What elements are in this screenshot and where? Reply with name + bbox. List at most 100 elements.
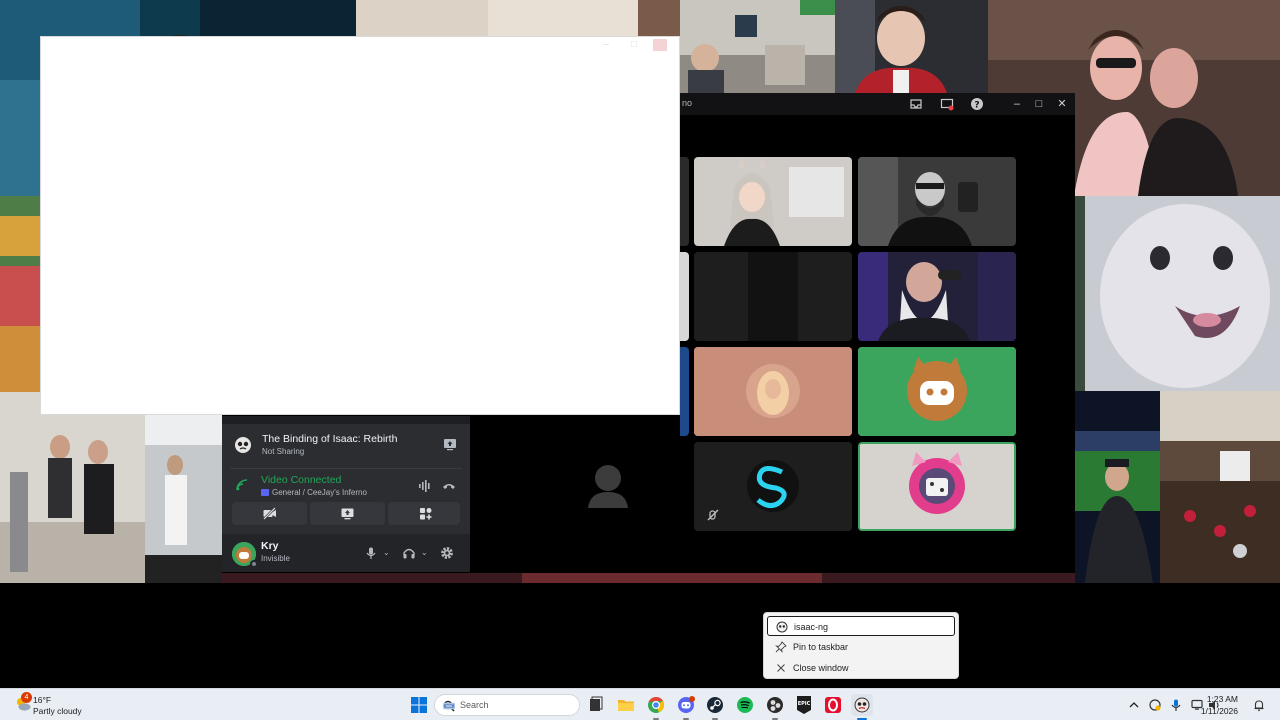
vpn-shield-icon[interactable]	[1148, 698, 1162, 712]
chevron-up-icon[interactable]	[1127, 698, 1141, 712]
video-tile-participant-avatar[interactable]	[694, 347, 852, 436]
weather-widget[interactable]: 4 16°F Partly cloudy	[10, 692, 120, 717]
close-icon	[777, 664, 785, 672]
disconnect-icon[interactable]	[442, 480, 456, 492]
voice-connection-status[interactable]: Video Connected	[261, 474, 341, 486]
epic-games-icon: EPIC	[797, 696, 811, 714]
clock-date[interactable]: 1/11/2026	[1201, 706, 1238, 716]
svg-text:?: ?	[974, 101, 979, 111]
user-placeholder-avatar	[572, 442, 644, 531]
video-tile-participant[interactable]	[694, 157, 852, 246]
gear-icon[interactable]	[440, 546, 454, 560]
menu-item-label: isaac-ng	[794, 622, 829, 632]
activities-icon	[420, 508, 432, 520]
game-activity-title: The Binding of Isaac: Rebirth	[262, 433, 398, 445]
folder-icon	[618, 700, 634, 711]
notification-badge: 4	[21, 692, 32, 703]
desktop-screen: – □ × no ? – □ ✕ The Binding of Isaac: R…	[0, 0, 1280, 720]
photo-laughing-baby	[1075, 196, 1280, 391]
taskbar: 4 16°F Partly cloudy Search EPIC 1:23 AM…	[0, 688, 1280, 720]
video-tile-participant[interactable]	[858, 157, 1016, 246]
notification-bell-icon[interactable]	[1252, 698, 1266, 712]
taskbar-chrome[interactable]	[645, 694, 667, 720]
minimize-icon[interactable]: –	[599, 39, 613, 51]
taskbar-steam[interactable]	[704, 694, 726, 720]
photo-street-crowd	[0, 392, 145, 583]
minimize-icon[interactable]: –	[1009, 96, 1025, 112]
webcam-feed-gym	[680, 0, 835, 93]
video-tile-cutoff[interactable]	[680, 252, 689, 341]
blank-window-titlebar[interactable]: – □ ×	[41, 37, 679, 57]
chrome-icon	[648, 696, 665, 713]
camera-off-button[interactable]	[232, 502, 307, 525]
maximize-icon[interactable]: □	[627, 39, 641, 51]
svg-text:EPIC: EPIC	[798, 701, 811, 707]
chevron-down-icon[interactable]: ⌄	[383, 546, 391, 560]
obs-icon	[767, 697, 783, 713]
menu-item-pin-to-taskbar[interactable]: Pin to taskbar	[767, 637, 955, 657]
video-tile-participant-avatar[interactable]	[694, 442, 852, 531]
taskbar-spotify[interactable]	[734, 694, 756, 716]
photo-strip-top	[356, 0, 680, 36]
divider	[230, 468, 462, 469]
search-input[interactable]: Search	[434, 694, 580, 716]
stream-game-icon[interactable]	[442, 436, 458, 452]
taskbar-obs[interactable]	[764, 694, 786, 720]
taskbar-discord[interactable]	[675, 694, 697, 720]
server-badge-icon	[261, 489, 269, 496]
discord-icon	[678, 696, 695, 713]
steam-icon	[707, 697, 723, 713]
taskbar-epic-games[interactable]: EPIC	[793, 694, 815, 716]
photo-stadium	[1075, 391, 1160, 583]
menu-item-app-name[interactable]: isaac-ng	[767, 616, 955, 636]
video-tile-participant-avatar-speaking[interactable]	[858, 442, 1016, 531]
video-tile-participant[interactable]	[858, 252, 1016, 341]
taskbar-opera[interactable]	[822, 694, 844, 716]
clock-time[interactable]: 1:23 AM	[1207, 694, 1238, 704]
close-icon[interactable]: ✕	[1054, 96, 1070, 112]
taskbar-file-explorer[interactable]	[615, 694, 637, 716]
panel-top-strip	[222, 416, 470, 424]
maximize-icon[interactable]: □	[1031, 96, 1047, 112]
noise-suppression-icon[interactable]	[418, 479, 432, 493]
blank-app-window[interactable]: – □ ×	[40, 36, 680, 415]
chevron-down-icon[interactable]: ⌄	[421, 546, 429, 560]
photo-mall	[145, 415, 222, 583]
game-sharing-status: Not Sharing	[262, 447, 305, 456]
menu-item-close-window[interactable]: Close window	[767, 658, 955, 678]
activities-button[interactable]	[388, 502, 460, 525]
microphone-icon[interactable]	[1169, 698, 1183, 712]
voice-channel-name[interactable]: General / CeeJay's Inferno	[261, 488, 367, 497]
video-tile-cutoff[interactable]	[680, 157, 689, 246]
menu-item-label: Close window	[793, 663, 849, 673]
username[interactable]: Kry	[261, 540, 279, 552]
search-highlight-image	[443, 702, 455, 710]
photo-left-colorful	[0, 196, 40, 392]
screen-share-icon	[341, 508, 354, 520]
voice-connection-row[interactable]: Video Connected General / CeeJay's Infer…	[230, 472, 462, 504]
inbox-icon[interactable]	[909, 97, 923, 111]
connection-signal-icon[interactable]	[234, 477, 250, 493]
call-window-title: no	[682, 98, 693, 108]
help-icon[interactable]: ?	[970, 97, 984, 111]
task-view-button[interactable]	[585, 694, 607, 716]
screen-record-icon[interactable]	[940, 97, 954, 111]
game-activity-row[interactable]: The Binding of Isaac: Rebirth Not Sharin…	[230, 430, 462, 464]
spotify-icon	[737, 697, 753, 713]
voice-channel-label: General / CeeJay's Inferno	[272, 488, 367, 497]
windows-logo-icon	[411, 697, 427, 713]
close-icon[interactable]: ×	[653, 39, 667, 51]
video-tile-participant[interactable]	[694, 252, 852, 341]
video-tile-participant-avatar[interactable]	[858, 347, 1016, 436]
headphones-icon[interactable]	[402, 546, 416, 560]
user-panel: Kry Invisible ⌄ ⌄	[222, 534, 470, 572]
photo-party-room	[1160, 391, 1280, 583]
video-call-window: no ? – □ ✕	[588, 93, 1075, 573]
discord-voice-panel: The Binding of Isaac: Rebirth Not Sharin…	[222, 416, 470, 572]
screen-share-button[interactable]	[310, 502, 385, 525]
video-tile-cutoff[interactable]	[680, 347, 689, 436]
call-window-titlebar[interactable]: no ? – □ ✕	[680, 93, 1075, 115]
start-button[interactable]	[408, 694, 430, 716]
microphone-icon[interactable]	[364, 546, 378, 560]
taskbar-isaac[interactable]	[851, 694, 873, 720]
